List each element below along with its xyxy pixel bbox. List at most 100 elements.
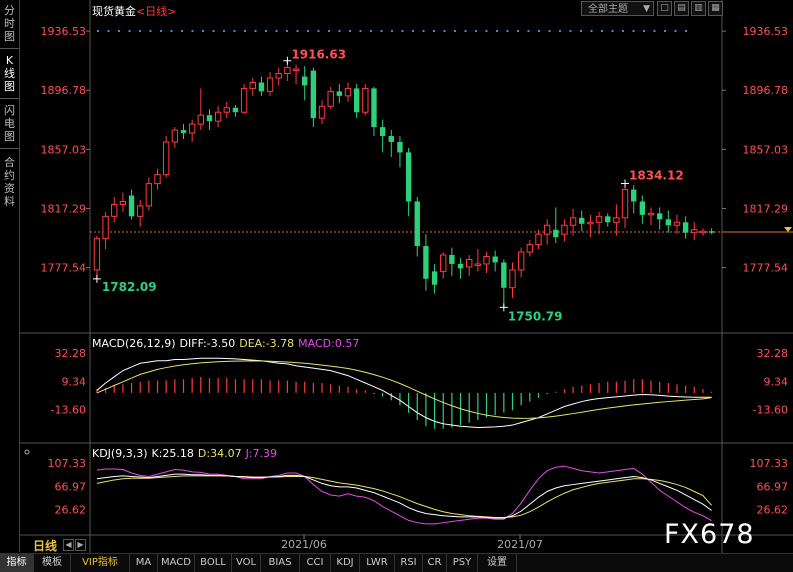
macd-axis-label: 32.28 [757, 347, 789, 360]
candle-body [405, 152, 412, 202]
marker-dot [569, 30, 572, 32]
marker-dot [632, 30, 635, 32]
tab-psy[interactable]: PSY [447, 554, 478, 572]
high-marker [621, 179, 630, 188]
kdj-axis-label: 66.97 [757, 480, 789, 493]
price-axis-label: 1936.53 [743, 25, 789, 38]
candle-body [154, 174, 161, 185]
marker-dot [170, 30, 173, 32]
chevron-left-icon[interactable]: ◀ [63, 539, 74, 551]
candle-body [474, 263, 482, 266]
marker-dot [244, 30, 246, 32]
tab-settings[interactable]: 设置 [478, 554, 517, 572]
marker-dot [212, 30, 215, 32]
theme-select-value: 全部主题 [588, 4, 628, 15]
candle-body [708, 231, 715, 233]
marker-dot [496, 30, 498, 32]
period-label[interactable]: 日线 [33, 537, 57, 554]
layout-button[interactable]: ▤ [674, 1, 689, 16]
macd-axis-label: 9.34 [62, 375, 87, 388]
tab-template[interactable]: 模板 [34, 554, 71, 572]
candle-body [318, 105, 326, 119]
kdj-j: J:7.39 [245, 447, 277, 460]
macd-axis-label: 32.28 [55, 347, 87, 360]
low-marker [499, 303, 508, 312]
candle-body [214, 111, 222, 122]
split-view-button[interactable]: ▥ [691, 1, 706, 16]
macd-legend: MACD(26,12,9) DIFF:-3.50 DEA:-3.78 MACD:0.5… [92, 337, 359, 350]
candle-body [639, 201, 646, 215]
marker-dot [601, 30, 603, 32]
tab-lwr[interactable]: LWR [360, 554, 395, 572]
price-axis-label: 1777.54 [743, 262, 789, 275]
candle-body [682, 222, 689, 233]
marker-dot [107, 30, 110, 32]
tab-cci[interactable]: CCI [300, 554, 331, 572]
expand-button[interactable]: ▦ [708, 1, 723, 16]
kdj-axis-label: 26.62 [757, 504, 789, 517]
marker-dot [391, 30, 393, 32]
marker-dot [548, 30, 551, 32]
chart-area[interactable]: 1936.53 1936.53 1896.78 1896.78 1857.03 1857.… [0, 0, 793, 553]
candle-body [543, 224, 551, 235]
price-axis-label: 1857.03 [41, 143, 87, 156]
candle-body [249, 81, 256, 89]
marker-dot [139, 30, 141, 32]
marker-dot [643, 30, 645, 32]
candle-body [258, 82, 265, 92]
tab-vol[interactable]: VOL [232, 554, 261, 572]
marker-dot [527, 30, 530, 32]
marker-dot [653, 30, 656, 32]
price-axis-label: 1896.78 [41, 84, 87, 97]
low-annotation: 1750.79 [508, 309, 563, 323]
candle-body [579, 217, 585, 224]
tab-macd[interactable]: MACD [158, 554, 195, 572]
tab-ma[interactable]: MA [130, 554, 158, 572]
marker-dot [254, 30, 257, 32]
watermark-logo: FX678 [664, 519, 755, 550]
kdj-axis-label: 107.33 [48, 457, 87, 470]
kdj-d-line [96, 475, 712, 518]
kdj-k: K:25.18 [152, 447, 194, 460]
marker-dot [454, 30, 456, 32]
macd-axis-label: -13.60 [51, 404, 86, 417]
tab-kdj[interactable]: KDJ [331, 554, 360, 572]
tab-boll[interactable]: BOLL [195, 554, 232, 572]
indicator-tab-bar: 指标 模板 VIP指标 MA MACD BOLL VOL BIAS CCI KDJ LWR RSI CR… [0, 553, 793, 572]
candle-body [449, 255, 455, 264]
price-axis-label: 1817.29 [41, 202, 87, 215]
marker-dot [685, 30, 687, 32]
chevron-right-icon[interactable]: ▶ [75, 539, 86, 551]
candle-body [526, 244, 533, 253]
theme-select[interactable]: 全部主题 ▼ [581, 1, 654, 16]
kdj-axis-label: 26.62 [55, 504, 87, 517]
kdj-d: D:34.07 [198, 447, 242, 460]
candle-body [171, 129, 179, 143]
candle-body [102, 215, 109, 240]
candle-body [206, 115, 213, 122]
price-axis-label: 1777.54 [41, 262, 87, 275]
candle-body [93, 238, 101, 271]
candle-body [423, 246, 429, 279]
candle-body [302, 76, 308, 86]
candle-body [379, 127, 386, 137]
marker-dot [611, 30, 614, 32]
tab-cr[interactable]: CR [423, 554, 447, 572]
candle-body [275, 73, 282, 79]
high-annotation: 1916.63 [291, 48, 346, 62]
tab-bias[interactable]: BIAS [261, 554, 300, 572]
marker-dot [433, 30, 435, 32]
macd-axis-label: -13.60 [753, 404, 788, 417]
tab-indicator[interactable]: 指标 [0, 554, 34, 572]
tab-vip-indicator[interactable]: VIP指标 [71, 554, 130, 572]
macd-diff: DIFF:-3.50 [180, 337, 236, 350]
candle-body [362, 87, 369, 113]
candle-body [466, 258, 473, 268]
window-toggle-button[interactable]: □ [657, 1, 672, 16]
tab-rsi[interactable]: RSI [395, 554, 423, 572]
candle-body [327, 90, 334, 107]
candle-body [163, 141, 170, 176]
marker-dot [538, 30, 540, 32]
period-indicator[interactable]: <日线> [136, 5, 176, 18]
candle-body [691, 229, 698, 234]
